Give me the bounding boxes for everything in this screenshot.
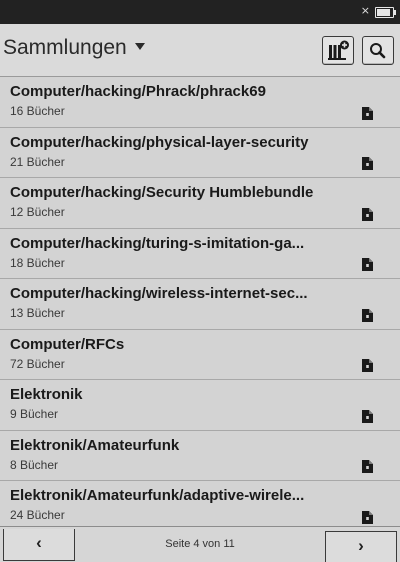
collection-name: Computer/hacking/turing-s-imitation-ga..…	[10, 234, 305, 252]
next-page-button[interactable]: ›	[325, 531, 397, 562]
document-icon	[362, 157, 373, 170]
document-icon	[362, 510, 373, 524]
document-icon	[362, 359, 373, 372]
document-icon	[362, 207, 373, 221]
document-icon	[362, 258, 373, 271]
collection-name: Computer/hacking/Security Humblebundle	[10, 184, 314, 201]
list-item[interactable]: Computer/hacking/wireless-internet-sec..…	[0, 279, 400, 330]
book-count: 24 Bücher	[10, 508, 65, 522]
list-item[interactable]: Elektronik 9 Bücher	[0, 380, 400, 431]
collection-name: Computer/hacking/Phrack/phrack69	[10, 83, 266, 100]
book-count: 8 Bücher	[10, 457, 59, 472]
collection-name: Elektronik/Amateurfunk	[10, 436, 180, 454]
collection-name: Computer/hacking/physical-layer-security	[10, 133, 309, 151]
book-count: 18 Bücher	[10, 255, 65, 270]
book-count: 72 Bücher	[10, 356, 65, 371]
battery-icon	[375, 7, 396, 18]
document-icon	[362, 106, 373, 120]
book-count: 21 Bücher	[10, 154, 65, 169]
header: Sammlungen	[0, 24, 400, 77]
document-icon	[362, 308, 373, 322]
book-count: 16 Bücher	[10, 104, 65, 118]
collection-name: Elektronik/Amateurfunk/adaptive-wirele..…	[10, 487, 305, 504]
collection-name: Computer/RFCs	[10, 335, 125, 353]
battery-level	[377, 9, 390, 16]
list-item[interactable]: Computer/hacking/physical-layer-security…	[0, 128, 400, 178]
book-count: 12 Bücher	[10, 205, 65, 219]
collection-name: Computer/hacking/wireless-internet-sec..…	[10, 285, 308, 302]
library-add-icon	[328, 40, 349, 60]
list-item[interactable]: Computer/hacking/turing-s-imitation-ga..…	[0, 229, 400, 279]
chevron-down-icon	[134, 42, 145, 50]
list-item[interactable]: Computer/RFCs 72 Bücher	[0, 330, 400, 380]
pagination-bar: ‹ Seite 4 von 11 ›	[0, 526, 400, 562]
document-icon	[362, 460, 373, 473]
list-item[interactable]: Elektronik/Amateurfunk/adaptive-wirele..…	[0, 481, 400, 532]
book-count: 9 Bücher	[10, 407, 59, 421]
status-bar: ×	[0, 0, 400, 24]
screen: × Sammlungen Computer/hacking/Phrack/phr…	[0, 0, 400, 562]
collection-list: Computer/hacking/Phrack/phrack69 16 Büch…	[0, 77, 400, 532]
book-count: 13 Bücher	[10, 306, 65, 320]
page-title: Sammlungen	[3, 36, 127, 59]
list-item[interactable]: Elektronik/Amateurfunk 8 Bücher	[0, 431, 400, 481]
collection-name: Elektronik	[10, 386, 83, 403]
collections-dropdown[interactable]: Sammlungen	[3, 36, 145, 60]
search-icon	[370, 43, 386, 59]
document-icon	[362, 409, 373, 423]
list-item[interactable]: Computer/hacking/Phrack/phrack69 16 Büch…	[0, 77, 400, 128]
close-icon[interactable]: ×	[361, 4, 370, 17]
list-item[interactable]: Computer/hacking/Security Humblebundle 1…	[0, 178, 400, 229]
add-collection-button[interactable]	[322, 36, 354, 65]
search-button[interactable]	[362, 36, 394, 65]
